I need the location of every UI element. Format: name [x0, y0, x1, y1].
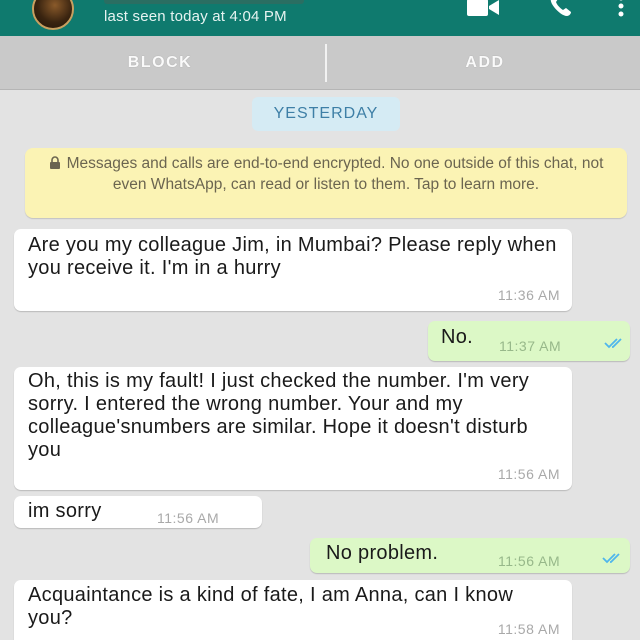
- message-time: 11:56 AM: [157, 510, 220, 526]
- message-text: Are you my colleague Jim, in Mumbai? Ple…: [28, 234, 557, 279]
- message-time: 11:37 AM: [499, 338, 562, 354]
- block-button[interactable]: BLOCK: [0, 36, 320, 90]
- read-ticks-icon: [604, 338, 622, 349]
- contact-name[interactable]: [104, 0, 304, 4]
- message-text: No problem.: [326, 542, 439, 564]
- message-text: im sorry: [28, 500, 102, 522]
- message-time: 11:58 AM: [497, 621, 560, 637]
- unknown-contact-actions: BLOCK ADD: [0, 36, 640, 90]
- message-bubble-outgoing[interactable]: No. 11:37 AM: [428, 321, 630, 361]
- contact-avatar[interactable]: [32, 0, 74, 30]
- message-text: No.: [441, 326, 474, 348]
- message-time: 11:56 AM: [498, 553, 561, 569]
- lock-icon: [49, 156, 60, 169]
- message-bubble-outgoing[interactable]: No problem. 11:56 AM: [310, 538, 630, 573]
- message-bubble-incoming[interactable]: Are you my colleague Jim, in Mumbai? Ple…: [14, 229, 572, 311]
- action-divider: [325, 44, 327, 82]
- encryption-notice-text: Messages and calls are end-to-end encryp…: [66, 155, 604, 193]
- message-bubble-incoming[interactable]: Oh, this is my fault! I just checked the…: [14, 367, 572, 490]
- voice-call-icon[interactable]: [548, 0, 576, 18]
- date-separator: YESTERDAY: [252, 97, 400, 131]
- message-text: Acquaintance is a kind of fate, I am Ann…: [28, 584, 514, 629]
- message-time: 11:56 AM: [497, 466, 560, 482]
- message-bubble-incoming[interactable]: Acquaintance is a kind of fate, I am Ann…: [14, 580, 572, 640]
- add-contact-button[interactable]: ADD: [330, 36, 640, 90]
- message-bubble-incoming[interactable]: im sorry 11:56 AM: [14, 496, 262, 528]
- video-call-icon[interactable]: [466, 0, 500, 18]
- read-ticks-icon: [602, 553, 620, 564]
- message-text: Oh, this is my fault! I just checked the…: [28, 370, 530, 461]
- last-seen-status: last seen today at 4:04 PM: [104, 8, 287, 25]
- more-options-icon[interactable]: [616, 0, 626, 20]
- message-time: 11:36 AM: [497, 287, 560, 303]
- encryption-notice[interactable]: Messages and calls are end-to-end encryp…: [25, 148, 627, 218]
- chat-header: last seen today at 4:04 PM: [0, 0, 640, 36]
